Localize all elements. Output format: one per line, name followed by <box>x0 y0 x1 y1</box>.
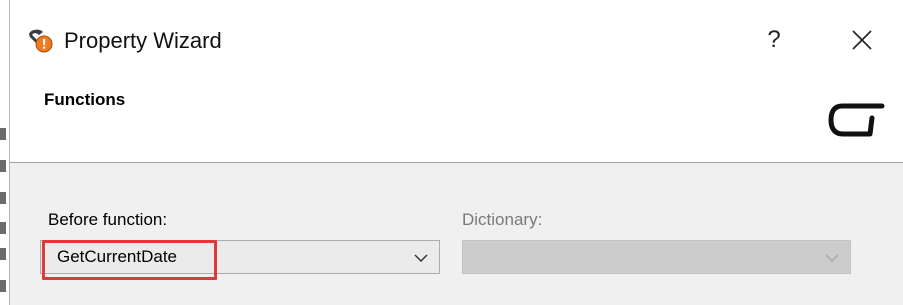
before-function-select[interactable]: GetCurrentDate <box>40 240 440 274</box>
property-wizard-dialog: Property Wizard ? Functions Before funct… <box>10 0 903 305</box>
wizard-wand-icon <box>26 26 54 54</box>
background-text-fragment <box>0 280 6 292</box>
before-function-label: Before function: <box>48 210 168 229</box>
background-text-fragment <box>0 222 6 234</box>
background-text-fragment <box>0 192 6 204</box>
close-button[interactable] <box>842 22 882 58</box>
close-icon <box>851 27 873 57</box>
wizard-header: Functions <box>10 78 903 163</box>
background-text-fragment <box>0 128 6 140</box>
window-title: Property Wizard <box>64 28 222 53</box>
title-bar[interactable]: Property Wizard ? <box>10 0 903 78</box>
dictionary-select[interactable] <box>462 240 851 274</box>
dictionary-label: Dictionary: <box>462 210 543 229</box>
background-text-fragment <box>0 160 6 172</box>
page-title: Functions <box>44 90 126 109</box>
chevron-down-icon[interactable] <box>413 251 429 263</box>
chevron-down-icon[interactable] <box>824 251 840 263</box>
before-function-value: GetCurrentDate <box>57 247 177 266</box>
brand-logo <box>828 98 888 142</box>
wizard-body: Before function: Dictionary: GetCurrentD… <box>10 163 903 305</box>
help-button[interactable]: ? <box>754 22 794 58</box>
background-text-fragment <box>0 248 6 260</box>
